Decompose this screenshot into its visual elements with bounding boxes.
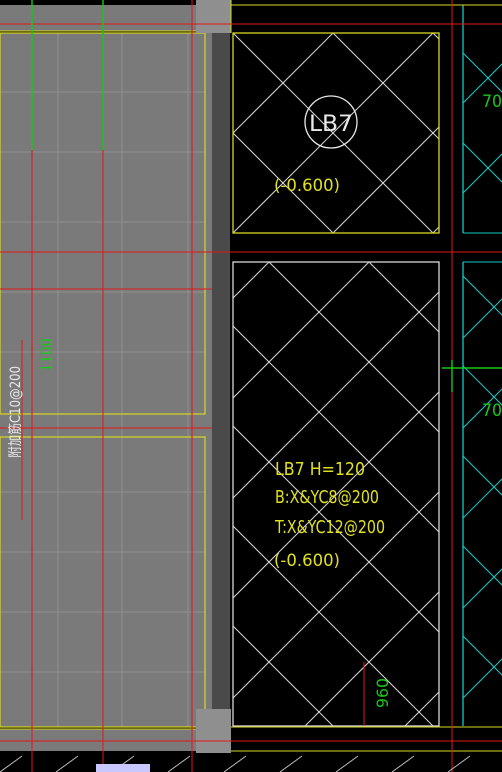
lower-hatch-line xyxy=(368,262,439,333)
right-top-hatch-line xyxy=(463,142,502,183)
lower-hatch-line xyxy=(469,262,502,726)
dimension-1100: 1100 xyxy=(37,338,56,372)
right-bot-hatch-line xyxy=(463,365,502,406)
lower-slab-spec-2: B:X&YC8@200 xyxy=(275,487,379,508)
vertical-beam-strip xyxy=(212,33,230,709)
bottom-hatch-line xyxy=(335,755,359,772)
right-dimension-top: 700 xyxy=(482,92,502,112)
upper-hatch-line xyxy=(332,33,439,140)
lower-slab-spec-1: LB7 H=120 xyxy=(275,459,365,480)
dimension-960: 960 xyxy=(373,678,392,708)
cad-drawing-canvas: LB7 (-0.600) LB7 H=120 B:X&YC8@200 T:X&Y… xyxy=(0,0,502,772)
top-beam-strip xyxy=(0,5,196,31)
column-bottom xyxy=(196,709,231,753)
bottom-hatch-line xyxy=(391,755,415,772)
upper-slab-elevation: (-0.600) xyxy=(274,176,340,196)
upper-slab-tag: LB7 xyxy=(304,95,358,149)
bottom-hatch-line xyxy=(223,755,247,772)
bottom-hatch-strip xyxy=(0,755,471,772)
upper-hatch-line xyxy=(332,126,439,233)
bottom-hatch-line xyxy=(167,755,191,772)
upper-hatch-line xyxy=(432,226,439,233)
right-dimension-bottom: 700 xyxy=(482,401,502,421)
upper-hatch-line xyxy=(432,33,439,40)
column-top xyxy=(196,0,231,33)
lower-slab-spec-3: T:X&YC12@200 xyxy=(274,517,385,538)
upper-slab-tag-text: LB7 xyxy=(309,112,353,137)
bottom-hatch-line xyxy=(279,755,303,772)
lower-slab-elevation: (-0.600) xyxy=(274,551,340,571)
beam-outlines xyxy=(230,0,502,752)
left-rebar-note: 附加筋C10@200 xyxy=(7,366,24,458)
bottom-hatch-line xyxy=(55,755,79,772)
bottom-hatch-line xyxy=(0,755,23,772)
right-bot-hatch-line xyxy=(463,275,502,316)
bottom-beam-strip xyxy=(0,729,196,751)
right-bot-hatch-line xyxy=(463,658,502,699)
bottom-highlight-block xyxy=(96,764,150,772)
right-top-hatch-line xyxy=(463,63,502,104)
bottom-hatch-line xyxy=(447,755,471,772)
